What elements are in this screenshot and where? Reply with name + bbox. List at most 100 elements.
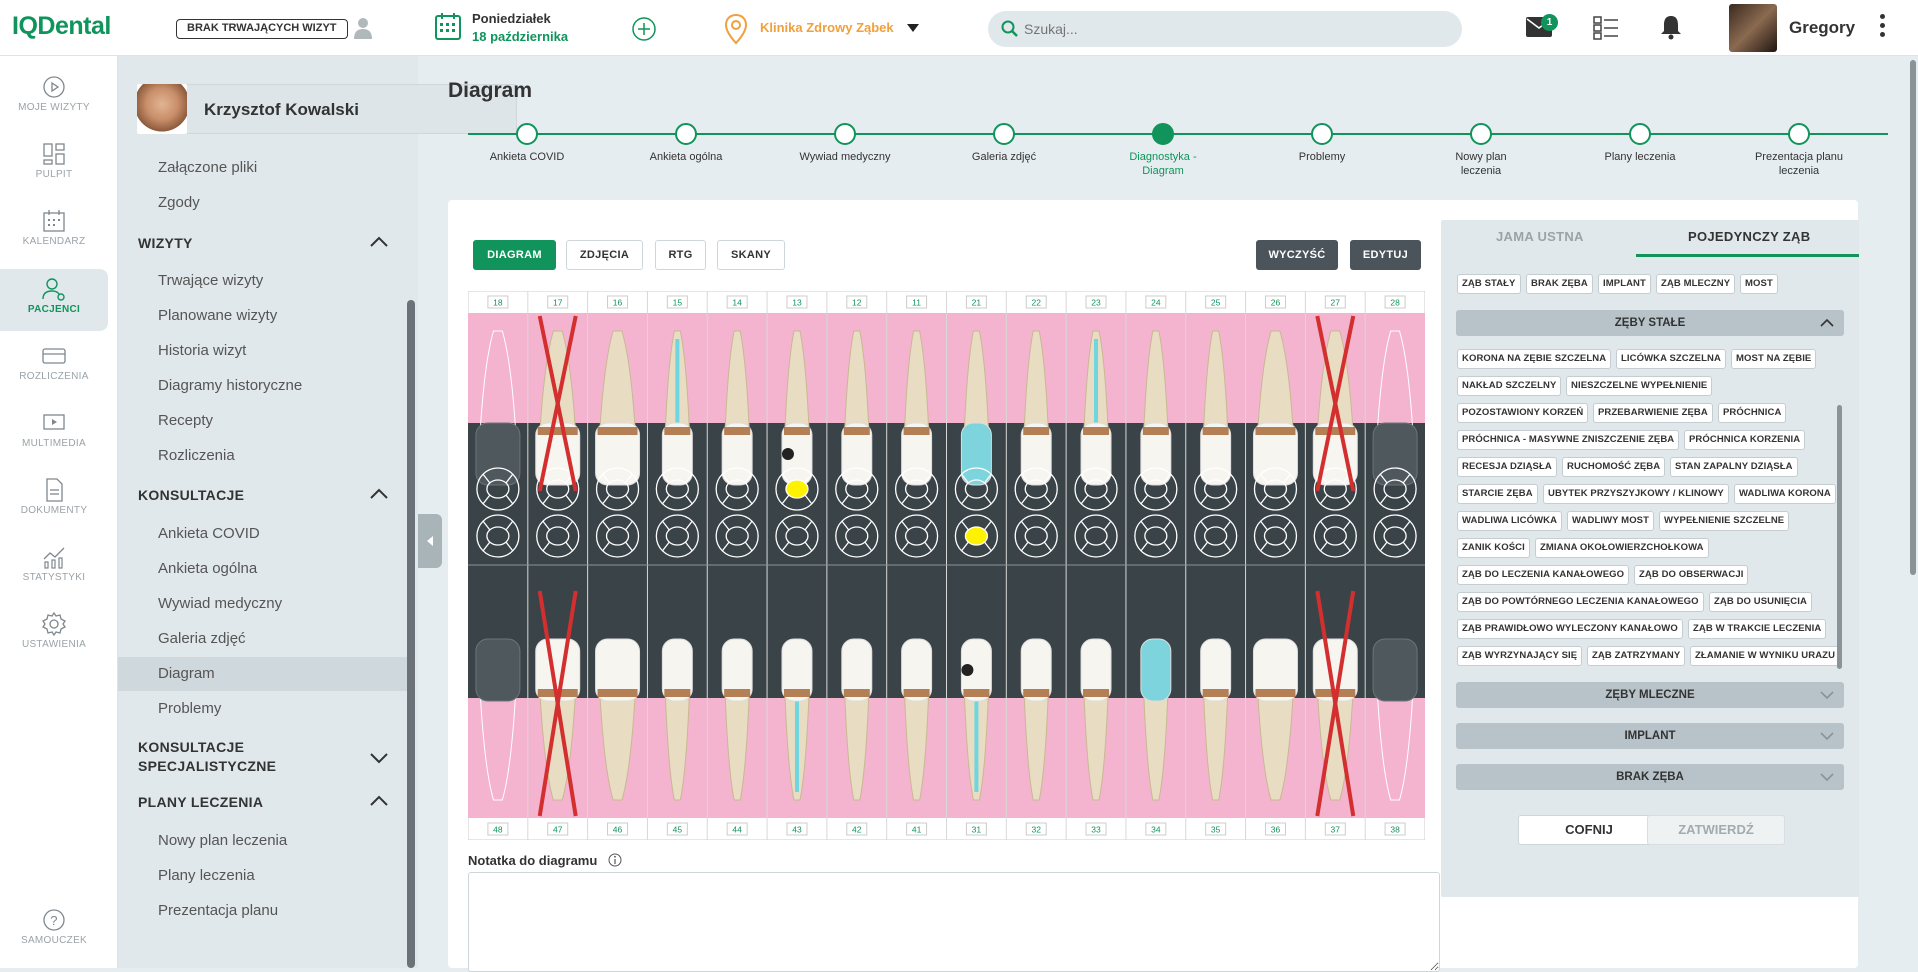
submenu-historical-diagrams[interactable]: Diagramy historyczne <box>158 377 302 394</box>
tab-oral-cavity[interactable]: JAMA USTNA <box>1496 229 1584 244</box>
tooth-condition-tag[interactable]: WYPEŁNIENIE SZCZELNE <box>1659 511 1790 531</box>
submenu-planned-visits[interactable]: Planowane wizyty <box>158 307 277 324</box>
confirm-button[interactable]: ZATWIERDŹ <box>1647 815 1785 845</box>
submenu-plan-presentation[interactable]: Prezentacja planu <box>158 902 278 919</box>
tab-single-tooth[interactable]: POJEDYNCZY ZĄB <box>1688 229 1810 244</box>
step-label[interactable]: Problemy <box>1257 150 1387 164</box>
clear-button[interactable]: WYCZYŚĆ <box>1256 240 1338 270</box>
collapse-submenu-button[interactable] <box>418 514 442 568</box>
submenu-prescriptions[interactable]: Recepty <box>158 412 213 429</box>
tooth-condition-tag[interactable]: ZĄB PRAWIDŁOWO WYLECZONY KANAŁOWO <box>1457 619 1683 639</box>
nav-tutorial[interactable]: ? SAMOUCZEK <box>0 900 108 962</box>
step-label[interactable]: Plany leczenia <box>1575 150 1705 164</box>
notification-bell-icon[interactable] <box>1659 14 1683 40</box>
submenu-covid-survey[interactable]: Ankieta COVID <box>158 525 260 542</box>
tooth-condition-tag[interactable]: RECESJA DZIĄSŁA <box>1457 457 1557 477</box>
tooth-condition-tag[interactable]: MOST <box>1740 274 1778 294</box>
tooth-condition-tag[interactable]: ZŁAMANIE W WYNIKU URAZU <box>1690 646 1841 666</box>
step-dot[interactable] <box>516 123 538 145</box>
nav-statistics[interactable]: STATYSTYKI <box>0 537 108 599</box>
step-dot[interactable] <box>1788 123 1810 145</box>
calendar-icon[interactable] <box>435 12 461 40</box>
more-options-icon[interactable] <box>1880 14 1885 41</box>
submenu-new-plan[interactable]: Nowy plan leczenia <box>158 832 287 849</box>
tooth-condition-tag[interactable]: ZĄB DO LECZENIA KANAŁOWEGO <box>1457 565 1630 585</box>
submenu-consents[interactable]: Zgody <box>158 194 200 211</box>
section-specialist-consultations[interactable]: KONSULTACJE SPECJALISTYCZNE <box>138 738 276 776</box>
accordion-missing-tooth[interactable]: BRAK ZĘBA <box>1456 764 1844 790</box>
accordion-implant[interactable]: IMPLANT <box>1456 723 1844 749</box>
tooth-condition-tag[interactable]: ZĄB STAŁY <box>1457 274 1521 294</box>
tooth-condition-tag[interactable]: KORONA NA ZĘBIE SZCZELNA <box>1457 349 1612 369</box>
tooth-condition-tag[interactable]: ZĄB DO USUNIĘCIA <box>1709 592 1812 612</box>
tooth-condition-tag[interactable]: WADLIWA LICÓWKA <box>1457 511 1563 531</box>
clinic-selector[interactable]: Klinika Zdrowy Ząbek <box>760 20 894 35</box>
no-active-visits-badge[interactable]: BRAK TRWAJĄCYCH WIZYT <box>176 19 348 39</box>
tooth-condition-tag[interactable]: PRÓCHNICA <box>1718 403 1787 423</box>
tooth-condition-tag[interactable]: PRZEBARWIENIE ZĘBA <box>1593 403 1713 423</box>
chevron-up-icon[interactable] <box>370 795 388 807</box>
nav-multimedia[interactable]: MULTIMEDIA <box>0 403 108 465</box>
tooth-condition-tag[interactable]: PRÓCHNICA - MASYWNE ZNISZCZENIE ZĘBA <box>1457 430 1680 450</box>
submenu-plans[interactable]: Plany leczenia <box>158 867 255 884</box>
tooth-condition-tag[interactable]: STARCIE ZĘBA <box>1457 484 1538 504</box>
tooth-condition-tag[interactable]: ZĄB W TRAKCIE LECZENIA <box>1688 619 1827 639</box>
search-input[interactable] <box>1024 19 1444 39</box>
tooth-condition-tag[interactable]: ZĄB MLECZNY <box>1656 274 1736 294</box>
tooth-condition-tag[interactable]: WADLIWA KORONA <box>1734 484 1836 504</box>
diagram-note-textarea[interactable] <box>468 872 1440 972</box>
edit-button[interactable]: EDYTUJ <box>1350 240 1421 270</box>
tooth-condition-tag[interactable]: IMPLANT <box>1598 274 1651 294</box>
tooth-condition-tag[interactable]: NAKŁAD SZCZELNY <box>1457 376 1562 396</box>
tooth-condition-tag[interactable]: UBYTEK PRZYSZYJKOWY / KLINOWY <box>1543 484 1729 504</box>
nav-settings[interactable]: USTAWIENIA <box>0 604 108 666</box>
user-name[interactable]: Gregory <box>1789 18 1855 38</box>
tooth-condition-tag[interactable]: STAN ZAPALNY DZIĄSŁA <box>1670 457 1798 477</box>
step-label[interactable]: Ankieta ogólna <box>621 150 751 164</box>
submenu-scrollbar[interactable] <box>407 300 415 968</box>
step-dot[interactable] <box>675 123 697 145</box>
tab-rtg[interactable]: RTG <box>655 240 706 270</box>
chevron-up-icon[interactable] <box>370 488 388 500</box>
tooth-condition-tag[interactable]: POZOSTAWIONY KORZEŃ <box>1457 403 1589 423</box>
page-scrollbar[interactable] <box>1910 60 1916 575</box>
add-visit-icon[interactable] <box>632 17 656 41</box>
tooth-condition-tag[interactable]: MOST NA ZĘBIE <box>1731 349 1817 369</box>
chevron-down-icon[interactable] <box>907 24 919 32</box>
step-label[interactable]: Nowy plan leczenia <box>1416 150 1546 178</box>
tab-scans[interactable]: SKANY <box>717 240 785 270</box>
accordion-permanent-teeth[interactable]: ZĘBY STAŁE <box>1456 310 1844 336</box>
tab-photos[interactable]: ZDJĘCIA <box>566 240 643 270</box>
app-logo[interactable]: IQDental <box>12 12 111 41</box>
tooth-condition-tag[interactable]: PRÓCHNICA KORZENIA <box>1684 430 1806 450</box>
submenu-diagram[interactable]: Diagram <box>158 665 215 682</box>
step-dot[interactable] <box>1629 123 1651 145</box>
back-button[interactable]: COFNIJ <box>1518 815 1660 845</box>
chevron-up-icon[interactable] <box>370 236 388 248</box>
submenu-general-survey[interactable]: Ankieta ogólna <box>158 560 257 577</box>
step-dot[interactable] <box>1311 123 1333 145</box>
step-label[interactable]: Ankieta COVID <box>462 150 592 164</box>
step-label[interactable]: Diagnostyka - Diagram <box>1098 150 1228 178</box>
step-dot[interactable] <box>1470 123 1492 145</box>
step-dot[interactable] <box>1152 123 1174 145</box>
section-visits[interactable]: WIZYTY <box>138 235 193 251</box>
tab-diagram[interactable]: DIAGRAM <box>473 240 556 270</box>
submenu-medical-interview[interactable]: Wywiad medyczny <box>158 595 282 612</box>
submenu-billing[interactable]: Rozliczenia <box>158 447 235 464</box>
nav-billing[interactable]: ROZLICZENIA <box>0 336 108 398</box>
list-view-icon[interactable] <box>1593 16 1619 40</box>
submenu-attached-files[interactable]: Załączone pliki <box>158 159 257 176</box>
tooth-condition-tag[interactable]: ZĄB ZATRZYMANY <box>1587 646 1686 666</box>
step-label[interactable]: Wywiad medyczny <box>780 150 910 164</box>
submenu-visit-history[interactable]: Historia wizyt <box>158 342 246 359</box>
tooth-condition-tag[interactable]: ZĄB WYRZYNAJĄCY SIĘ <box>1457 646 1583 666</box>
step-dot[interactable] <box>834 123 856 145</box>
step-label[interactable]: Galeria zdjęć <box>939 150 1069 164</box>
tooth-condition-tag[interactable]: ZANIK KOŚCI <box>1457 538 1530 558</box>
submenu-problems[interactable]: Problemy <box>158 700 221 717</box>
accordion-milk-teeth[interactable]: ZĘBY MLECZNE <box>1456 682 1844 708</box>
user-icon[interactable] <box>354 17 372 39</box>
tooth-condition-tag[interactable]: WADLIWY MOST <box>1567 511 1655 531</box>
tooth-condition-tag[interactable]: ZĄB DO OBSERWACJI <box>1634 565 1749 585</box>
